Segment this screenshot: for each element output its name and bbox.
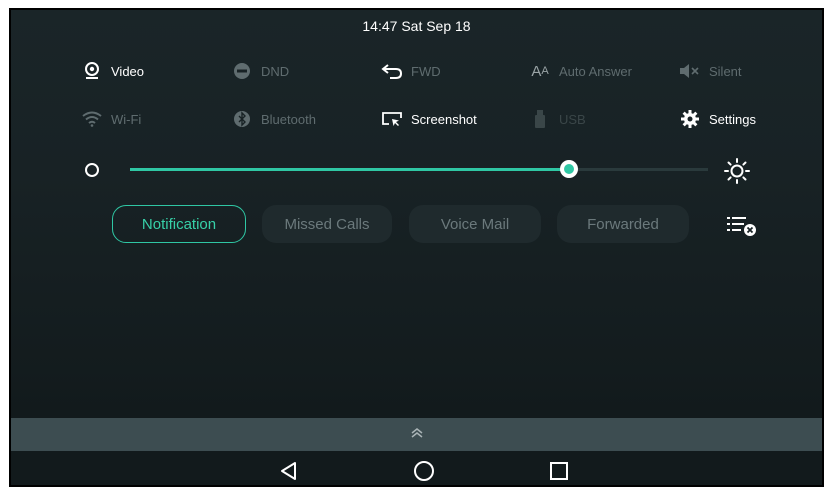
notification-panel: 14:47 Sat Sep 18 Video DND FWD AA Auto A… — [9, 8, 824, 487]
quick-auto-answer[interactable]: AA Auto Answer — [529, 62, 632, 80]
clear-all-icon[interactable] — [727, 215, 756, 239]
tab-notification[interactable]: Notification — [112, 205, 246, 243]
quick-silent-label: Silent — [709, 63, 742, 79]
quick-settings[interactable]: Settings — [679, 110, 756, 128]
tab-forwarded[interactable]: Forwarded — [557, 205, 689, 243]
quick-silent[interactable]: Silent — [679, 62, 742, 80]
gear-icon — [679, 110, 701, 128]
brightness-slider[interactable] — [130, 160, 708, 178]
webcam-icon — [81, 62, 103, 80]
quick-fwd[interactable]: FWD — [381, 62, 441, 80]
chevron-up-icon[interactable] — [409, 426, 425, 440]
quick-fwd-label: FWD — [411, 63, 441, 79]
quick-usb-label: USB — [559, 111, 586, 127]
dnd-icon — [231, 62, 253, 80]
brightness-high-icon — [723, 157, 751, 185]
status-time: 14:47 Sat Sep 18 — [362, 18, 471, 34]
tab-voice-mail[interactable]: Voice Mail — [409, 205, 541, 243]
panel-collapse-bar[interactable] — [11, 418, 822, 451]
recent-apps-icon[interactable] — [547, 459, 571, 483]
auto-answer-icon: AA — [531, 62, 549, 80]
forward-icon — [381, 62, 403, 80]
quick-usb[interactable]: USB — [529, 110, 586, 128]
brightness-slider-fill — [130, 168, 570, 171]
bluetooth-icon — [231, 110, 253, 128]
quick-dnd[interactable]: DND — [231, 62, 289, 80]
back-icon[interactable] — [277, 459, 301, 483]
usb-icon — [529, 110, 551, 128]
quick-bluetooth-label: Bluetooth — [261, 111, 316, 127]
quick-dnd-label: DND — [261, 63, 290, 79]
navigation-bar — [11, 451, 822, 485]
quick-screenshot[interactable]: Screenshot — [381, 110, 477, 128]
quick-video[interactable]: Video — [81, 62, 144, 80]
quick-wifi[interactable]: Wi-Fi — [81, 110, 141, 128]
mute-icon — [679, 62, 701, 80]
tab-missed-calls[interactable]: Missed Calls — [262, 205, 392, 243]
quick-auto-answer-label: Auto Answer — [559, 63, 632, 79]
brightness-low-icon — [85, 163, 99, 177]
wifi-icon — [81, 110, 103, 128]
quick-screenshot-label: Screenshot — [411, 111, 477, 127]
quick-settings-label: Settings — [709, 111, 756, 127]
screenshot-icon — [381, 110, 403, 128]
quick-bluetooth[interactable]: Bluetooth — [231, 110, 316, 128]
quick-video-label: Video — [111, 63, 145, 79]
quick-wifi-label: Wi-Fi — [111, 111, 142, 127]
home-icon[interactable] — [412, 459, 436, 483]
